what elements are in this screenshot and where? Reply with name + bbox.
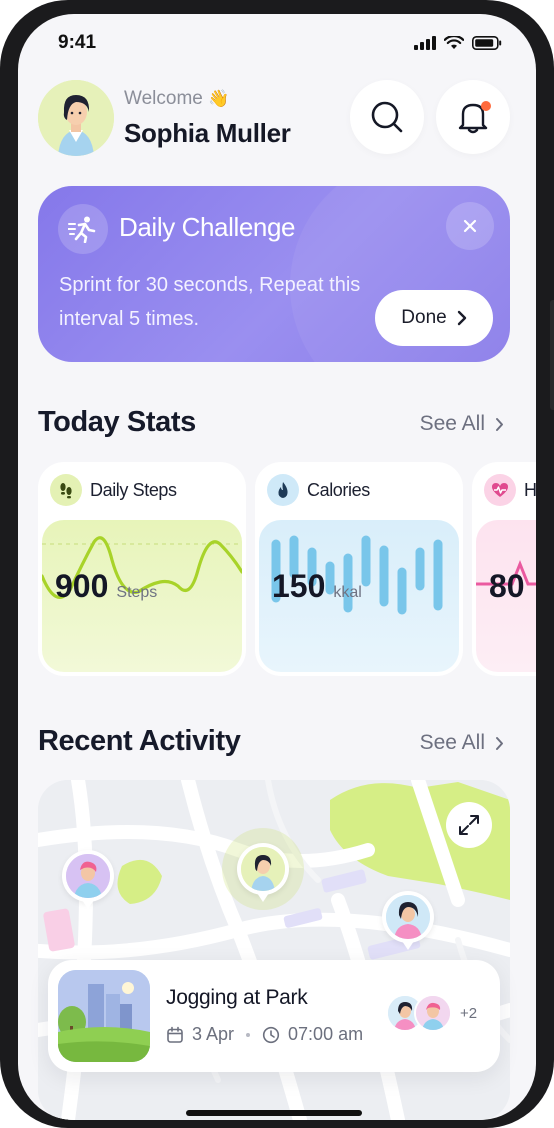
search-icon — [371, 101, 403, 133]
activity-thumbnail — [58, 970, 150, 1062]
calories-value: 150 — [272, 568, 326, 604]
map-pin-avatar[interactable] — [237, 843, 289, 902]
recent-activity-card[interactable]: Jogging at Park 3 Apr 07:00 am +2 — [48, 960, 500, 1072]
meta-separator — [246, 1032, 251, 1037]
stat-header: H — [484, 474, 536, 506]
calendar-icon — [167, 1026, 183, 1043]
stat-header: Calories — [267, 474, 370, 506]
avatar-illustration — [38, 80, 114, 156]
battery-icon — [472, 36, 502, 50]
activity-title: Jogging at Park — [166, 986, 308, 1009]
activity-time: 07:00 am — [288, 1024, 364, 1044]
stat-label: H — [524, 479, 536, 500]
status-time: 9:41 — [58, 32, 97, 53]
stat-header: Daily Steps — [50, 474, 177, 506]
map-pin-avatar[interactable] — [382, 891, 434, 950]
done-button[interactable]: Done — [375, 290, 493, 346]
close-button[interactable] — [446, 202, 494, 250]
challenge-title: Daily Challenge — [119, 212, 296, 242]
stat-value: 150 kkal — [272, 568, 362, 605]
calories-unit: kkal — [333, 584, 362, 601]
chevron-right-icon — [496, 417, 503, 431]
welcome-text: Welcome 👋 — [124, 88, 229, 110]
calories-card[interactable]: Calories 150 kkal — [255, 462, 463, 676]
pin-avatar-illustration — [241, 847, 285, 891]
notifications-button[interactable] — [436, 80, 510, 154]
extra-participants-count: +2 — [460, 1004, 478, 1022]
daily-steps-card[interactable]: Daily Steps 900 Steps — [38, 462, 246, 676]
today-stats-see-all[interactable]: See All — [420, 412, 504, 436]
welcome-label: Welcome — [124, 88, 203, 109]
steps-unit: Steps — [116, 584, 158, 601]
running-icon — [58, 204, 108, 254]
map-pin-avatar[interactable] — [62, 850, 114, 909]
heart-rate-card[interactable]: H 80 — [472, 462, 536, 676]
steps-value: 900 — [55, 568, 109, 604]
recent-activity-title: Recent Activity — [38, 725, 241, 757]
user-name: Sophia Muller — [124, 118, 291, 148]
stat-value: 900 Steps — [55, 568, 157, 605]
chevron-right-icon — [457, 310, 466, 326]
chevron-right-icon — [496, 736, 503, 750]
footprints-icon — [50, 474, 82, 506]
activity-date: 3 Apr — [192, 1024, 235, 1044]
park-image — [58, 970, 150, 1062]
heart-rate-icon — [484, 474, 516, 506]
status-bar: 9:41 — [18, 14, 536, 74]
stat-label: Calories — [307, 479, 370, 500]
wave-emoji: 👋 — [208, 89, 230, 108]
phone-side-button — [550, 300, 554, 410]
stat-label: Daily Steps — [90, 479, 177, 500]
participant-avatar — [414, 994, 452, 1032]
search-button[interactable] — [350, 80, 424, 154]
flame-icon — [267, 474, 299, 506]
done-label: Done — [401, 307, 447, 328]
recent-activity-see-all[interactable]: See All — [420, 731, 504, 755]
phone-screen: 9:41 Welcome 👋 Sophia Muller Daily Chall… — [18, 14, 536, 1120]
clock-icon — [262, 1026, 280, 1043]
stat-value: 80 — [489, 568, 525, 605]
participants-group[interactable]: +2 — [386, 994, 477, 1032]
user-avatar[interactable] — [38, 80, 114, 156]
expand-map-button[interactable] — [446, 802, 492, 848]
status-icons — [414, 36, 502, 50]
close-icon — [463, 219, 477, 233]
see-all-label: See All — [419, 731, 485, 754]
challenge-description: Sprint for 30 seconds, Repeat this inter… — [59, 274, 361, 330]
daily-challenge-card[interactable]: Daily Challenge Sprint for 30 seconds, R… — [38, 186, 510, 362]
heart-value: 80 — [489, 568, 525, 604]
signal-icon — [414, 36, 436, 50]
pin-avatar-illustration — [386, 895, 430, 939]
activity-meta: 3 Apr 07:00 am — [166, 1024, 363, 1045]
expand-icon — [459, 815, 479, 835]
notification-dot — [481, 101, 491, 111]
home-indicator — [186, 1110, 362, 1116]
today-stats-title: Today Stats — [38, 406, 196, 438]
pin-avatar-illustration — [66, 854, 110, 898]
wifi-icon — [444, 36, 464, 49]
see-all-label: See All — [419, 412, 485, 435]
